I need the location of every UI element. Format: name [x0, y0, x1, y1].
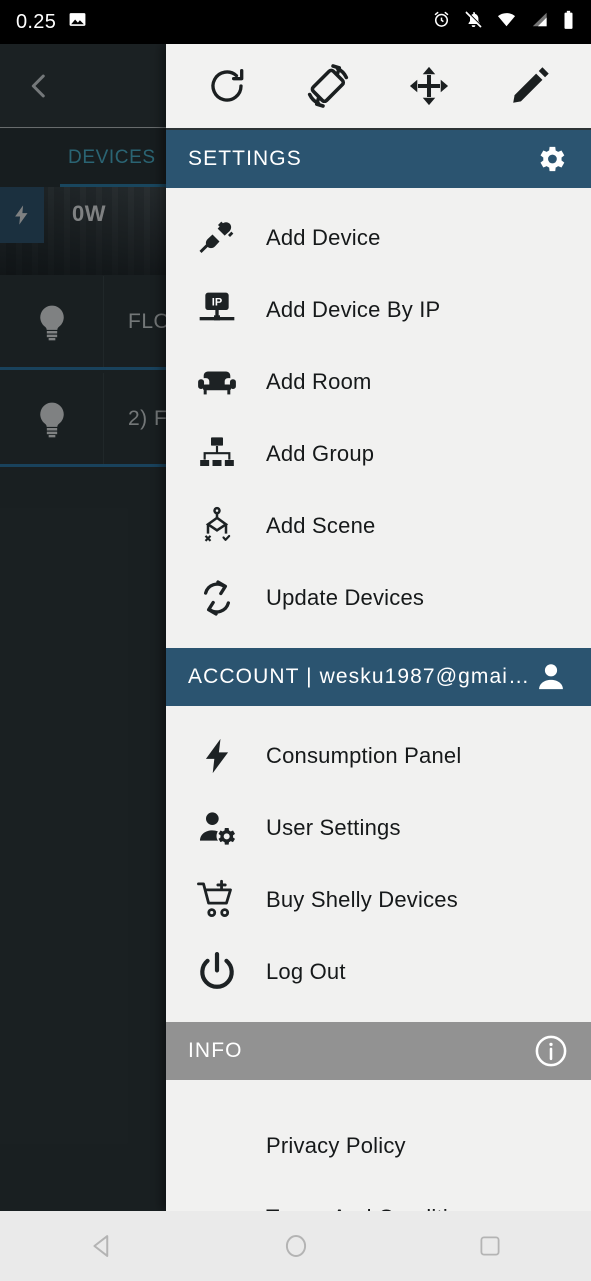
menu-item-label: Update Devices	[266, 585, 425, 610]
menu-item-label: Add Room	[266, 369, 372, 394]
menu-item-consumption-panel[interactable]: Consumption Panel	[166, 720, 591, 792]
settings-drawer: SETTINGS Add Device IP Add Device By IP …	[166, 44, 591, 1211]
cellular-signal-icon	[530, 10, 549, 34]
edit-pencil-icon[interactable]	[499, 55, 561, 117]
gear-icon[interactable]	[531, 139, 571, 179]
section-title: SETTINGS	[188, 147, 302, 170]
menu-item-add-group[interactable]: Add Group	[166, 418, 591, 490]
menu-item-add-device[interactable]: Add Device	[166, 202, 591, 274]
account-menu: Consumption Panel User Settings Buy Shel…	[166, 706, 591, 1022]
move-arrows-icon[interactable]	[398, 55, 460, 117]
menu-item-label: Add Group	[266, 441, 375, 466]
scene-icon	[194, 503, 240, 549]
lightning-bolt-icon	[194, 733, 240, 779]
menu-item-label: Buy Shelly Devices	[266, 887, 458, 912]
section-header-info: INFO	[166, 1022, 591, 1080]
menu-item-label: User Settings	[266, 815, 401, 840]
menu-item-buy-shelly-devices[interactable]: Buy Shelly Devices	[166, 864, 591, 936]
ip-device-icon: IP	[194, 287, 240, 333]
nav-home-button[interactable]	[274, 1224, 318, 1268]
android-nav-bar	[0, 1211, 591, 1281]
menu-item-privacy-policy[interactable]: Privacy Policy	[166, 1110, 591, 1182]
menu-item-label: Add Device By IP	[266, 297, 441, 322]
menu-item-add-device-by-ip[interactable]: IP Add Device By IP	[166, 274, 591, 346]
status-clock: 0.25	[16, 10, 57, 33]
info-icon[interactable]	[531, 1031, 571, 1071]
nav-recents-button[interactable]	[468, 1224, 512, 1268]
section-title: ACCOUNT | wesku1987@gmail…	[188, 665, 531, 688]
info-spacer	[166, 1094, 591, 1110]
section-header-settings: SETTINGS	[166, 130, 591, 188]
status-bar-left: 0.25	[16, 10, 87, 34]
phone-screen: 0.25 SETTINGS Add Device IP Add Device B…	[0, 0, 591, 1281]
menu-item-label: Privacy Policy	[266, 1133, 406, 1158]
menu-item-add-room[interactable]: Add Room	[166, 346, 591, 418]
refresh-icon[interactable]	[196, 55, 258, 117]
section-title: INFO	[188, 1039, 243, 1062]
blank-icon	[194, 1195, 240, 1211]
menu-item-label: Log Out	[266, 959, 346, 984]
drawer-toolbar	[166, 44, 591, 130]
notifications-off-icon	[464, 10, 483, 34]
menu-item-log-out[interactable]: Log Out	[166, 936, 591, 1008]
power-icon	[194, 949, 240, 995]
status-bar-right	[432, 10, 575, 35]
menu-item-label: Add Scene	[266, 513, 376, 538]
sync-icon	[194, 575, 240, 621]
image-icon	[68, 10, 87, 34]
group-hierarchy-icon	[194, 431, 240, 477]
status-bar: 0.25	[0, 0, 591, 44]
sofa-icon	[194, 359, 240, 405]
menu-item-terms-and-conditions[interactable]: Terms And Conditions	[166, 1182, 591, 1211]
person-icon[interactable]	[531, 657, 571, 697]
menu-item-update-devices[interactable]: Update Devices	[166, 562, 591, 634]
plug-icon	[194, 215, 240, 261]
user-gear-icon	[194, 805, 240, 851]
cart-plus-icon	[194, 877, 240, 923]
blank-icon	[194, 1123, 240, 1169]
menu-item-label: Consumption Panel	[266, 743, 462, 768]
settings-menu: Add Device IP Add Device By IP Add Room …	[166, 188, 591, 648]
screen-rotation-icon[interactable]	[297, 55, 359, 117]
menu-item-add-scene[interactable]: Add Scene	[166, 490, 591, 562]
alarm-icon	[432, 10, 451, 34]
nav-back-button[interactable]	[80, 1224, 124, 1268]
info-menu: Privacy Policy Terms And Conditions	[166, 1080, 591, 1211]
wifi-icon	[496, 10, 517, 34]
menu-item-user-settings[interactable]: User Settings	[166, 792, 591, 864]
menu-item-label: Add Device	[266, 225, 381, 250]
battery-icon	[562, 10, 575, 35]
svg-text:IP: IP	[212, 297, 222, 309]
section-header-account: ACCOUNT | wesku1987@gmail…	[166, 648, 591, 706]
